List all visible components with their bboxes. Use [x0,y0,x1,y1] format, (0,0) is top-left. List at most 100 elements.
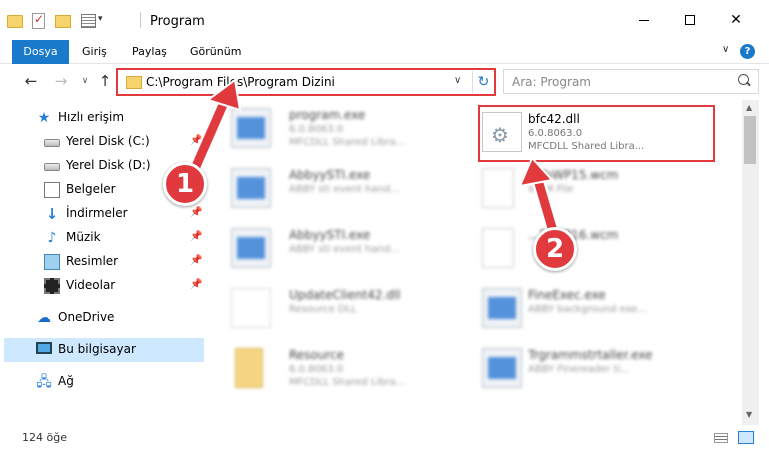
sidebar-item-label: OneDrive [58,310,115,324]
file-item[interactable]: ...ToWP16.wcm [470,222,710,274]
sidebar-item-label: Resimler [66,254,119,268]
status-bar: 124 öğe [0,425,769,465]
documents-icon [44,182,60,198]
minimize-button[interactable] [621,0,667,40]
tab-view[interactable]: Görünüm [180,40,251,64]
tiles-view-icon[interactable] [738,431,754,444]
star-icon: ★ [37,110,51,126]
sidebar-item-downloads[interactable]: ↓ İndirmeler 📌 [0,202,207,226]
file-name: program.exe [289,108,366,122]
file-item[interactable]: Resource 6.0.8063.0 MFCDLL Shared Libra.… [215,342,455,394]
pin-icon[interactable]: 📌 [190,135,202,146]
file-description: ABBY Finereader ti... [528,364,630,375]
tab-share[interactable]: Paylaş [122,40,177,64]
videos-icon [44,278,60,294]
search-placeholder[interactable]: Ara: Program [512,75,591,89]
sidebar-item-label: Müzik [66,230,101,244]
scrollbar-thumb[interactable] [744,116,756,164]
file-item[interactable]: ...ToWP15.wcm WCM File [470,162,710,214]
network-icon: 🖧 [36,374,52,390]
document-file-icon [482,228,514,268]
file-item[interactable]: FineExec.exe ABBY background exe... [470,282,710,334]
scroll-down-icon[interactable]: ▼ [746,410,752,419]
search-icon[interactable] [738,74,752,88]
expand-ribbon-icon[interactable]: ∨ [722,44,729,55]
pin-icon[interactable]: 📌 [190,207,202,218]
cloud-icon: ☁ [37,310,51,326]
folder-icon [126,76,142,89]
sidebar-item-disk-c[interactable]: Yerel Disk (C:) 📌 [0,130,207,154]
folder-icon[interactable] [6,12,23,28]
disk-icon [44,139,60,147]
scroll-up-icon[interactable]: ▲ [746,103,752,112]
maximize-icon [685,15,695,25]
sidebar-item-this-pc[interactable]: Bu bilgisayar [4,338,204,362]
sidebar-item-network[interactable]: 🖧 Ağ [0,370,207,394]
file-name: UpdateClient42.dll [289,288,401,302]
disk-icon [44,163,60,171]
file-version: 6.0.8063.0 [289,124,344,135]
details-view-icon[interactable] [714,433,728,443]
file-name: FineExec.exe [528,288,606,302]
tab-home[interactable]: Giriş [72,40,117,64]
file-list: program.exe 6.0.8063.0 MFCDLL Shared Lib… [215,100,740,425]
separator [140,12,141,28]
exe-file-icon [231,228,271,268]
file-item[interactable]: AbbyySTI.exe ABBY sti event hand... [215,162,455,214]
chevron-down-icon[interactable]: ▾ [98,14,110,26]
help-icon[interactable]: ? [740,44,755,59]
sidebar-item-music[interactable]: ♪ Müzik 📌 [0,226,207,250]
sidebar-item-videos[interactable]: Videolar 📌 [0,274,207,298]
step-badge-2: 2 [533,227,577,271]
refresh-icon[interactable]: ↻ [472,71,494,93]
back-arrow-icon[interactable]: ← [20,70,42,92]
maximize-button[interactable] [667,0,713,40]
tab-file[interactable]: Dosya [12,40,69,64]
close-icon: ✕ [730,12,742,28]
sidebar-item-quick-access[interactable]: ★ Hızlı erişim [0,106,207,130]
music-icon: ♪ [47,230,57,246]
file-item[interactable]: AbbyySTI.exe ABBY sti event hand... [215,222,455,274]
forward-arrow-icon[interactable]: → [50,70,72,92]
close-button[interactable]: ✕ [713,0,759,40]
sidebar-item-label: Videolar [66,278,116,292]
properties-icon[interactable] [30,12,46,29]
file-description: MFCDLL Shared Libra... [289,377,406,388]
file-item[interactable]: program.exe 6.0.8063.0 MFCDLL Shared Lib… [215,102,455,154]
address-bar[interactable]: C:\Program Files\Program Dizini ∨ ↻ [116,68,496,96]
customize-icon[interactable] [80,12,96,28]
up-arrow-icon[interactable]: ↑ [94,70,116,92]
pin-icon[interactable]: 📌 [190,279,202,290]
step-badge-1: 1 [163,162,207,206]
navigation-bar: ← → ∨ ↑ C:\Program Files\Program Dizini … [0,65,769,97]
exe-file-icon [482,288,522,328]
file-description: ABBY background exe... [528,304,647,315]
dll-file-icon [231,288,271,328]
sidebar-item-label: Ağ [58,374,74,388]
address-path[interactable]: C:\Program Files\Program Dizini [146,75,335,89]
sidebar-item-onedrive[interactable]: ☁ OneDrive [0,306,207,330]
file-description: Resource DLL [289,304,357,315]
file-name: ...ToWP15.wcm [528,168,619,182]
file-item[interactable]: Trgrammstrtaller.exe ABBY Finereader ti.… [470,342,710,394]
item-count: 124 öğe [22,431,67,444]
file-item[interactable]: UpdateClient42.dll Resource DLL [215,282,455,334]
ribbon-tabs: Dosya Giriş Paylaş Görünüm ∨ ? [0,40,769,64]
new-folder-icon[interactable] [54,12,71,28]
highlight-box [478,105,715,162]
chevron-down-icon[interactable]: ∨ [454,75,461,86]
sidebar-item-label: Belgeler [66,182,116,196]
file-name: Trgrammstrtaller.exe [528,348,653,362]
file-name: AbbyySTI.exe [289,168,371,182]
pin-icon[interactable]: 📌 [190,255,202,266]
exe-file-icon [482,348,522,388]
sidebar-item-pictures[interactable]: Resimler 📌 [0,250,207,274]
title-bar: ▾ Program ✕ [0,0,769,40]
vertical-scrollbar[interactable]: ▲ ▼ [742,100,759,425]
search-input[interactable]: Ara: Program [503,69,759,94]
sidebar-item-label: Bu bilgisayar [58,342,136,356]
pictures-icon [44,254,60,270]
pin-icon[interactable]: 📌 [190,231,202,242]
recent-locations-icon[interactable]: ∨ [74,70,96,92]
window-title: Program [150,14,205,29]
